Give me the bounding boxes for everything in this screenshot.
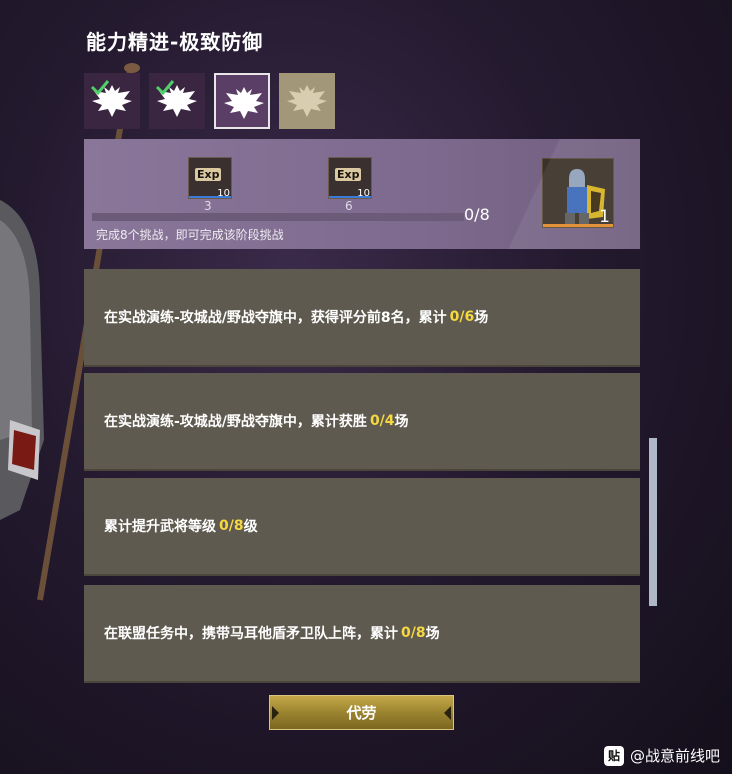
task-progress: 0/4 xyxy=(369,413,395,429)
task-description: 累计提升武将等级 xyxy=(104,519,216,535)
task-progress: 0/8 xyxy=(401,625,426,641)
exp-label: Exp xyxy=(195,168,222,181)
exp-label: Exp xyxy=(335,168,362,181)
eagle-emblem-icon xyxy=(287,85,327,117)
task-row[interactable]: 在联盟任务中，携带马耳他盾矛卫队上阵，累计 0/8 场 xyxy=(84,585,640,683)
task-unit: 场 xyxy=(394,414,409,430)
tier-selector xyxy=(84,73,335,129)
task-description: 在联盟任务中，携带马耳他盾矛卫队上阵，累计 xyxy=(104,626,398,642)
task-text: 在实战演练-攻城战/野战夺旗中，累计获胜 0/4 场 xyxy=(104,373,409,469)
arrow-right-icon xyxy=(444,706,451,720)
tieba-logo-icon: 贴 xyxy=(603,745,624,766)
task-list-scrollbar[interactable] xyxy=(649,438,657,606)
check-icon xyxy=(155,80,175,95)
arrow-left-icon xyxy=(272,706,279,720)
proxy-button-label: 代劳 xyxy=(346,704,377,722)
knight-unit-icon xyxy=(543,159,613,227)
exp-reward-item[interactable]: Exp 10 xyxy=(328,157,372,199)
tier-1-tab[interactable] xyxy=(84,73,140,129)
task-row[interactable]: 累计提升武将等级 0/8 级 xyxy=(84,478,640,576)
task-description: 在实战演练-攻城战/野战夺旗中，获得评分前8名，累计 xyxy=(104,310,447,326)
item-rarity-bar xyxy=(543,224,613,227)
milestone-threshold: 6 xyxy=(345,199,353,213)
milestone-threshold: 3 xyxy=(204,199,212,213)
tier-4-tab[interactable] xyxy=(279,73,335,129)
task-text: 累计提升武将等级 0/8 级 xyxy=(104,478,258,574)
stage-progress-bar xyxy=(92,213,464,221)
watermark: 贴 @战意前线吧 xyxy=(603,745,720,766)
task-row[interactable]: 在实战演练-攻城战/野战夺旗中，累计获胜 0/4 场 xyxy=(84,373,640,471)
task-unit: 场 xyxy=(474,310,489,326)
eagle-emblem-icon xyxy=(224,87,264,119)
task-unit: 场 xyxy=(425,626,440,642)
final-reward-item[interactable]: 1 xyxy=(542,158,614,228)
task-progress: 0/6 xyxy=(449,309,475,325)
stage-hint: 完成8个挑战，即可完成该阶段挑战 xyxy=(96,228,284,242)
task-unit: 级 xyxy=(243,519,258,535)
page-title: 能力精进-极致防御 xyxy=(86,30,264,54)
tier-2-tab[interactable] xyxy=(149,73,205,129)
task-description: 在实战演练-攻城战/野战夺旗中，累计获胜 xyxy=(104,414,367,430)
stage-progress-panel: Exp 10 3 Exp 10 6 0/8 完成8个挑战，即可完成该阶段挑战 1 xyxy=(84,139,640,249)
item-rarity-bar xyxy=(189,196,231,198)
stage-progress-count: 0/8 xyxy=(464,205,490,224)
watermark-text: @战意前线吧 xyxy=(629,747,720,765)
task-text: 在实战演练-攻城战/野战夺旗中，获得评分前8名，累计 0/6 场 xyxy=(104,269,488,365)
exp-reward-item[interactable]: Exp 10 xyxy=(188,157,232,199)
reward-quantity: 1 xyxy=(599,207,610,227)
item-rarity-bar xyxy=(329,196,371,198)
check-icon xyxy=(90,80,110,95)
soldier-background-decoration xyxy=(0,200,44,520)
task-row[interactable]: 在实战演练-攻城战/野战夺旗中，获得评分前8名，累计 0/6 场 xyxy=(84,269,640,367)
proxy-button[interactable]: 代劳 xyxy=(269,695,454,730)
tier-3-tab[interactable] xyxy=(214,73,270,129)
task-text: 在联盟任务中，携带马耳他盾矛卫队上阵，累计 0/8 场 xyxy=(104,585,440,681)
task-progress: 0/8 xyxy=(219,518,244,534)
